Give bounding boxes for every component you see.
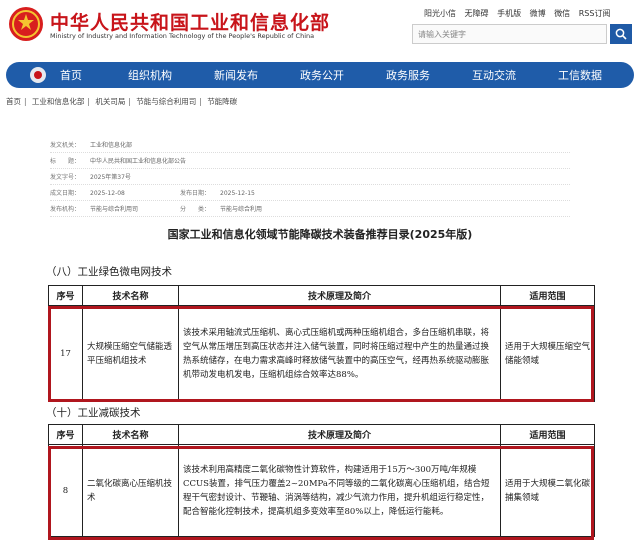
- application-scope: 适用于大规模二氧化碳捕集领域: [500, 444, 595, 537]
- top-link-mobile[interactable]: 手机版: [497, 9, 521, 18]
- nav-item-data[interactable]: 工信数据: [558, 67, 602, 83]
- search-input[interactable]: 请输入关键字: [412, 24, 607, 44]
- column-header-scope: 适用范围: [500, 424, 595, 445]
- top-link-wechat[interactable]: 微信: [554, 9, 570, 18]
- tech-table-carbon-reduction: 序号 技术名称 技术原理及简介 适用范围 8 二氧化碳离心压缩机技术 该技术利用…: [48, 424, 595, 537]
- top-links: 阳光小信 无障碍 手机版 微博 微信 RSS订阅: [424, 8, 616, 19]
- meta-divider: [50, 200, 570, 201]
- nav-item-services[interactable]: 政务服务: [386, 67, 430, 83]
- top-link-sunshine[interactable]: 阳光小信: [424, 9, 456, 18]
- meta-publish-date: 发布日期： 2025-12-15: [180, 190, 255, 197]
- column-header-name: 技术名称: [82, 285, 179, 306]
- breadcrumb: 首页 | 工业和信息化部 | 机关司局 | 节能与综合利用司 | 节能降碳: [6, 96, 237, 107]
- row-number: 8: [48, 444, 83, 537]
- nav-item-news[interactable]: 新闻发布: [214, 67, 258, 83]
- meta-issuer: 发文机关： 工业和信息化部: [50, 142, 133, 149]
- breadcrumb-separator: |: [199, 97, 202, 106]
- site-header: 中华人民共和国工业和信息化部 Ministry of Industry and …: [0, 0, 640, 56]
- column-header-description: 技术原理及简介: [178, 285, 501, 306]
- site-subtitle: Ministry of Industry and Information Tec…: [50, 32, 315, 40]
- column-header-no: 序号: [48, 424, 83, 445]
- site-title[interactable]: 中华人民共和国工业和信息化部: [50, 8, 330, 35]
- meta-divider: [50, 168, 570, 169]
- row-number: 17: [48, 305, 83, 402]
- meta-divider: [50, 184, 570, 185]
- technology-description: 该技术利用高精度二氧化碳物性计算软件，构建适用于15万～300万吨/年规模CCU…: [178, 444, 501, 537]
- national-emblem-icon[interactable]: [8, 6, 44, 42]
- nav-item-organization[interactable]: 组织机构: [128, 67, 172, 83]
- search-button[interactable]: [610, 24, 632, 44]
- nav-item-public-affairs[interactable]: 政务公开: [300, 67, 344, 83]
- top-link-weibo[interactable]: 微博: [530, 9, 546, 18]
- meta-doc-no: 发文字号： 2025年第37号: [50, 174, 131, 181]
- column-header-description: 技术原理及简介: [178, 424, 501, 445]
- meta-divider: [50, 216, 570, 217]
- meta-org: 发布机构： 节能与综合利用司: [50, 206, 139, 213]
- technology-name: 大规模压缩空气储能透平压缩机组技术: [82, 305, 179, 402]
- column-header-name: 技术名称: [82, 424, 179, 445]
- table-header-row: 序号 技术名称 技术原理及简介 适用范围: [48, 285, 595, 306]
- column-header-no: 序号: [48, 285, 83, 306]
- table-row: 8 二氧化碳离心压缩机技术 该技术利用高精度二氧化碳物性计算软件，构建适用于15…: [48, 444, 595, 537]
- nav-item-home[interactable]: 首页: [60, 67, 82, 83]
- home-icon[interactable]: [30, 67, 46, 83]
- breadcrumb-item-carbon[interactable]: 节能降碳: [207, 97, 237, 106]
- meta-category: 分 类： 节能与综合利用: [180, 206, 263, 213]
- top-link-rss[interactable]: RSS订阅: [579, 9, 611, 18]
- breadcrumb-item-ministry[interactable]: 工业和信息化部: [32, 97, 85, 106]
- document-title: 国家工业和信息化领域节能降碳技术装备推荐目录(2025年版): [167, 228, 473, 241]
- breadcrumb-separator: |: [87, 97, 90, 106]
- breadcrumb-separator: |: [128, 97, 131, 106]
- application-scope: 适用于大规模压缩空气储能领域: [500, 305, 595, 402]
- breadcrumb-item-departments[interactable]: 机关司局: [95, 97, 125, 106]
- table-header-row: 序号 技术名称 技术原理及简介 适用范围: [48, 424, 595, 445]
- breadcrumb-item-home[interactable]: 首页: [6, 97, 21, 106]
- nav-item-interaction[interactable]: 互动交流: [472, 67, 516, 83]
- technology-description: 该技术采用轴流式压缩机、离心式压缩机或两种压缩机组合，多台压缩机串联，将空气从常…: [178, 305, 501, 402]
- section-heading-carbon-reduction: （十）工业减碳技术: [46, 407, 141, 419]
- column-header-scope: 适用范围: [500, 285, 595, 306]
- main-nav: 首页 组织机构 新闻发布 政务公开 政务服务 互动交流 工信数据: [6, 62, 634, 88]
- search-icon: [615, 28, 627, 40]
- meta-title: 标 题： 中华人民共和国工业和信息化部公告: [50, 158, 187, 165]
- meta-divider: [50, 152, 570, 153]
- breadcrumb-separator: |: [24, 97, 27, 106]
- technology-name: 二氧化碳离心压缩机技术: [82, 444, 179, 537]
- section-heading-microgrid: （八）工业绿色微电网技术: [46, 266, 172, 278]
- top-link-accessibility[interactable]: 无障碍: [465, 9, 489, 18]
- tech-table-microgrid: 序号 技术名称 技术原理及简介 适用范围 17 大规模压缩空气储能透平压缩机组技…: [48, 285, 595, 402]
- meta-date: 成文日期： 2025-12-08: [50, 190, 125, 197]
- breadcrumb-item-energy-dept[interactable]: 节能与综合利用司: [136, 97, 196, 106]
- table-row: 17 大规模压缩空气储能透平压缩机组技术 该技术采用轴流式压缩机、离心式压缩机或…: [48, 305, 595, 402]
